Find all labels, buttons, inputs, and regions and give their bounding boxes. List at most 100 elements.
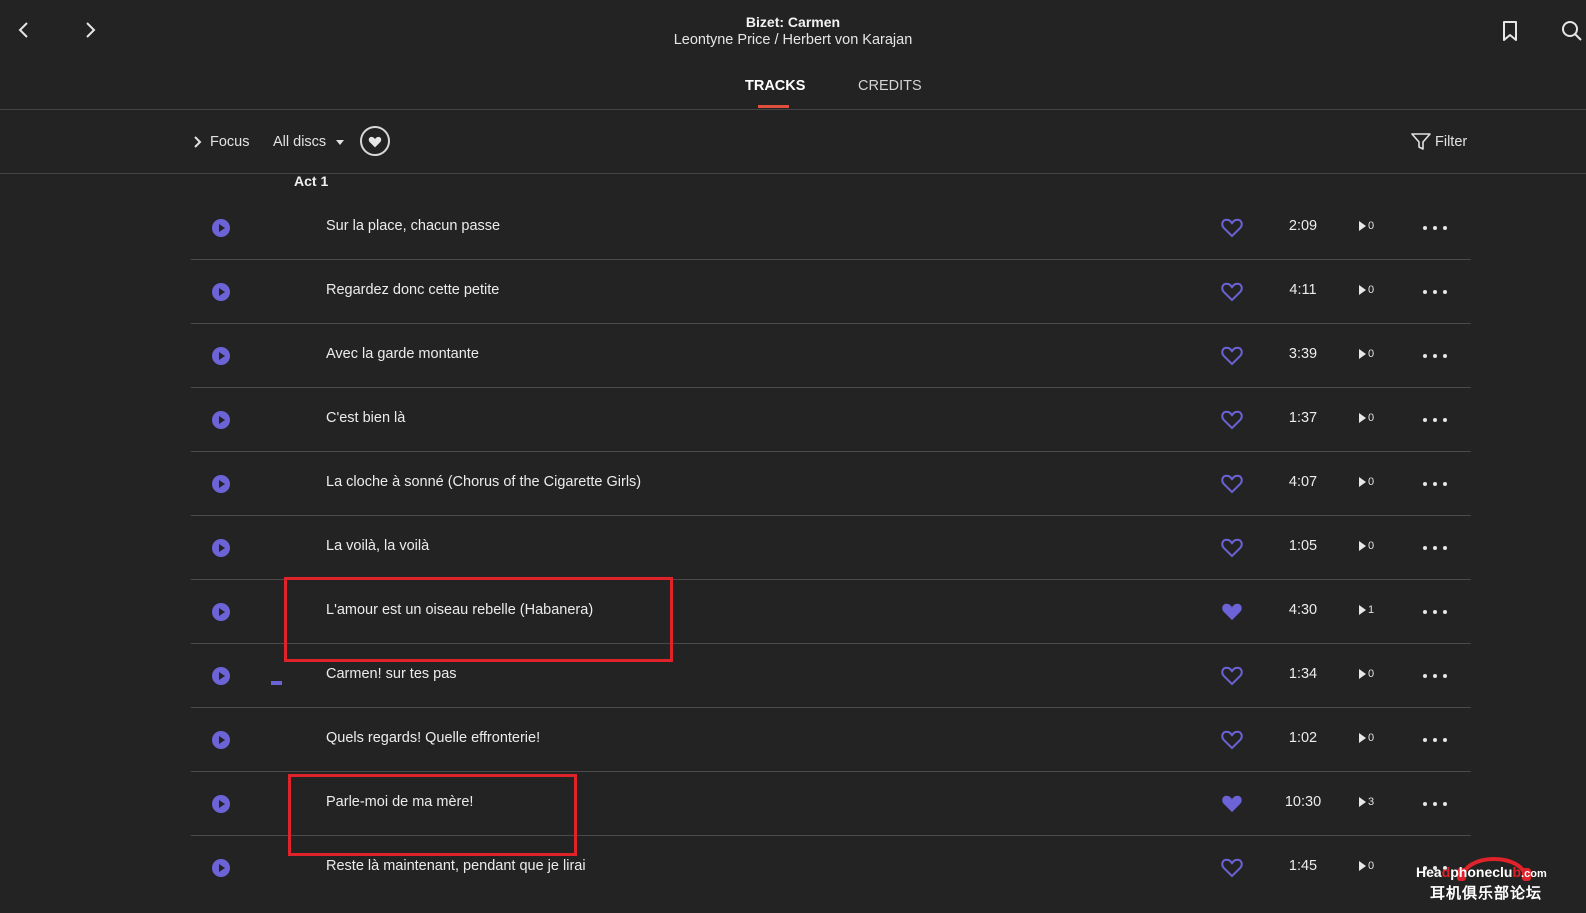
more-options-icon[interactable] xyxy=(1423,602,1447,622)
favorites-toggle-button[interactable] xyxy=(360,126,390,156)
play-track-icon[interactable] xyxy=(212,603,230,621)
track-row[interactable]: Parle-moi de ma mère! 10:30 3 xyxy=(191,772,1471,836)
play-track-icon[interactable] xyxy=(212,667,230,685)
play-count: 0 xyxy=(1359,860,1374,872)
track-row[interactable]: Reste là maintenant, pendant que je lira… xyxy=(191,836,1471,900)
play-count: 0 xyxy=(1359,540,1374,552)
heart-outline-icon[interactable] xyxy=(1221,217,1243,238)
heart-outline-icon[interactable] xyxy=(1221,345,1243,366)
disc-selector[interactable]: All discs xyxy=(273,110,348,174)
track-title[interactable]: Parle-moi de ma mère! xyxy=(326,794,473,810)
track-duration: 4:07 xyxy=(1288,474,1318,490)
more-options-icon[interactable] xyxy=(1423,346,1447,366)
track-row[interactable]: Sur la place, chacun passe 2:09 0 xyxy=(191,196,1471,260)
play-count-value: 3 xyxy=(1368,796,1375,808)
heart-outline-icon[interactable] xyxy=(1221,281,1243,302)
play-count: 0 xyxy=(1359,412,1374,424)
play-count-icon xyxy=(1359,285,1366,295)
toolbar-divider xyxy=(0,173,1586,174)
heart-outline-icon[interactable] xyxy=(1221,729,1243,750)
play-count-value: 0 xyxy=(1368,668,1375,680)
track-title[interactable]: Carmen! sur tes pas xyxy=(326,666,457,682)
more-options-icon[interactable] xyxy=(1423,218,1447,238)
filter-icon xyxy=(1411,133,1431,150)
track-row[interactable]: Avec la garde montante 3:39 0 xyxy=(191,324,1471,388)
play-count-value: 0 xyxy=(1368,860,1375,872)
more-options-icon[interactable] xyxy=(1423,666,1447,686)
track-title[interactable]: Regardez donc cette petite xyxy=(326,282,499,298)
track-duration: 4:11 xyxy=(1289,282,1317,298)
heart-filled-icon[interactable] xyxy=(1221,793,1243,813)
search-button[interactable] xyxy=(1561,20,1583,42)
play-track-icon[interactable] xyxy=(212,219,230,237)
track-title[interactable]: Reste là maintenant, pendant que je lira… xyxy=(326,858,586,874)
heart-filled-icon[interactable] xyxy=(1221,601,1243,621)
heart-outline-icon[interactable] xyxy=(1221,537,1243,558)
track-title[interactable]: Sur la place, chacun passe xyxy=(326,218,500,234)
watermark-text: Headphoneclub.com xyxy=(1416,864,1547,880)
chevron-right-icon xyxy=(194,136,202,148)
track-title[interactable]: Quels regards! Quelle effronterie! xyxy=(326,730,540,746)
play-track-icon[interactable] xyxy=(212,539,230,557)
play-count-icon xyxy=(1359,797,1366,807)
more-options-icon[interactable] xyxy=(1423,794,1447,814)
play-count-icon xyxy=(1359,733,1366,743)
track-duration: 1:05 xyxy=(1288,538,1318,554)
play-count-icon xyxy=(1359,221,1366,231)
track-row[interactable]: Regardez donc cette petite 4:11 0 xyxy=(191,260,1471,324)
album-title: Bizet: Carmen xyxy=(745,14,841,30)
play-count-icon xyxy=(1359,605,1366,615)
track-row[interactable]: L'amour est un oiseau rebelle (Habanera)… xyxy=(191,580,1471,644)
play-track-icon[interactable] xyxy=(212,347,230,365)
play-track-icon[interactable] xyxy=(212,859,230,877)
heart-icon xyxy=(368,136,382,147)
caret-down-icon xyxy=(336,140,345,145)
filter-button[interactable]: Filter xyxy=(1411,110,1467,174)
track-title[interactable]: Avec la garde montante xyxy=(326,346,479,362)
heart-outline-icon[interactable] xyxy=(1221,857,1243,878)
track-row[interactable]: C'est bien là 1:37 0 xyxy=(191,388,1471,452)
more-options-icon[interactable] xyxy=(1423,730,1447,750)
play-track-icon[interactable] xyxy=(212,795,230,813)
more-options-icon[interactable] xyxy=(1423,282,1447,302)
album-title-block: Bizet: Carmen Leontyne Price / Herbert v… xyxy=(0,13,1586,49)
track-title[interactable]: La cloche à sonné (Chorus of the Cigaret… xyxy=(326,474,641,490)
play-count: 1 xyxy=(1359,604,1374,616)
bookmark-button[interactable] xyxy=(1499,20,1521,42)
play-track-icon[interactable] xyxy=(212,475,230,493)
play-count-value: 0 xyxy=(1368,284,1375,296)
play-count-value: 0 xyxy=(1368,540,1375,552)
play-count-icon xyxy=(1359,669,1366,679)
play-count: 0 xyxy=(1359,220,1374,232)
play-count-value: 0 xyxy=(1368,476,1375,488)
play-count-icon xyxy=(1359,477,1366,487)
track-row[interactable]: La voilà, la voilà 1:05 0 xyxy=(191,516,1471,580)
track-row[interactable]: La cloche à sonné (Chorus of the Cigaret… xyxy=(191,452,1471,516)
now-playing-indicator xyxy=(271,681,282,685)
bookmark-icon xyxy=(1503,21,1517,41)
play-count: 0 xyxy=(1359,668,1374,680)
more-options-icon[interactable] xyxy=(1423,474,1447,494)
heart-outline-icon[interactable] xyxy=(1221,409,1243,430)
search-icon xyxy=(1562,21,1582,41)
heart-outline-icon[interactable] xyxy=(1221,665,1243,686)
track-title[interactable]: L'amour est un oiseau rebelle (Habanera) xyxy=(326,602,593,618)
track-duration: 4:30 xyxy=(1288,602,1318,618)
track-title[interactable]: La voilà, la voilà xyxy=(326,538,429,554)
heart-outline-icon[interactable] xyxy=(1221,473,1243,494)
play-count-value: 0 xyxy=(1368,732,1375,744)
tab-tracks[interactable]: TRACKS xyxy=(745,78,805,94)
section-title: Act 1 xyxy=(294,173,329,189)
more-options-icon[interactable] xyxy=(1423,410,1447,430)
tab-credits[interactable]: CREDITS xyxy=(858,78,922,94)
track-row[interactable]: Carmen! sur tes pas 1:34 0 xyxy=(191,644,1471,708)
focus-button[interactable]: Focus xyxy=(192,110,250,174)
track-row[interactable]: Quels regards! Quelle effronterie! 1:02 0 xyxy=(191,708,1471,772)
play-count: 0 xyxy=(1359,476,1374,488)
play-track-icon[interactable] xyxy=(212,411,230,429)
track-title[interactable]: C'est bien là xyxy=(326,410,405,426)
track-toolbar: Focus All discs Filter xyxy=(0,110,1586,174)
play-track-icon[interactable] xyxy=(212,731,230,749)
more-options-icon[interactable] xyxy=(1423,538,1447,558)
play-track-icon[interactable] xyxy=(212,283,230,301)
